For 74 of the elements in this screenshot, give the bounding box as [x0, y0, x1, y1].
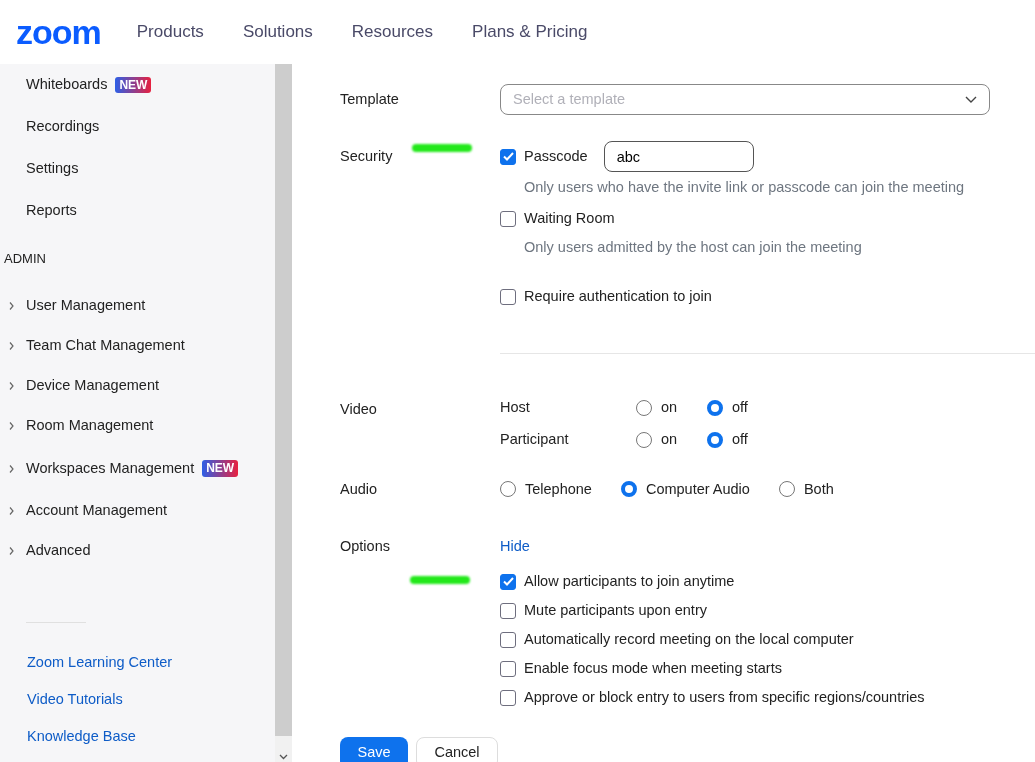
help-link[interactable]: Knowledge Base: [0, 718, 275, 755]
scrollbar-thumb[interactable]: [275, 64, 292, 736]
chevron-icon[interactable]: [8, 546, 16, 556]
sidebar-item[interactable]: User Management: [26, 295, 146, 317]
help-link[interactable]: Zoom Learning Center: [0, 644, 275, 681]
checkbox-label[interactable]: Approve or block entry to users from specific regions/countries: [524, 686, 925, 709]
hint-text: Only users admitted by the host can join the meeting: [523, 237, 863, 257]
save-button[interactable]: Save: [340, 737, 408, 762]
radio-label[interactable]: on: [661, 396, 678, 419]
cancel-button[interactable]: Cancel: [416, 737, 498, 762]
new-badge: NEW: [115, 76, 152, 94]
placeholder-text: Select a template: [513, 89, 626, 109]
sub-label: Participant: [500, 429, 570, 449]
radio-button[interactable]: [707, 399, 723, 416]
sidebar-item[interactable]: Recordings: [0, 106, 275, 148]
sidebar-item[interactable]: Team Chat Management: [26, 335, 185, 357]
section-heading: ADMIN: [3, 250, 47, 269]
checkbox-label[interactable]: Passcode: [524, 145, 588, 168]
checkbox[interactable]: [500, 660, 516, 677]
chevron-down-icon: [965, 96, 977, 103]
sidebar-item[interactable]: Workspaces Management: [26, 457, 195, 480]
checkbox[interactable]: [500, 210, 516, 227]
radio-label[interactable]: on: [661, 428, 678, 451]
highlight-mark: [412, 144, 473, 152]
checkbox-label[interactable]: Allow participants to join anytime: [524, 570, 735, 593]
field-label: Template: [340, 89, 400, 109]
nav-link[interactable]: Plans & Pricing: [472, 19, 588, 45]
sidebar-item[interactable]: Reports: [0, 190, 275, 232]
help-link[interactable]: Video Tutorials: [0, 681, 275, 718]
logo[interactable]: zoom: [16, 15, 101, 49]
sub-label: Host: [500, 397, 531, 417]
radio-label[interactable]: Both: [803, 478, 834, 501]
radio-label[interactable]: off: [732, 428, 748, 451]
checkbox[interactable]: [500, 573, 516, 590]
radio-label[interactable]: Telephone: [525, 478, 592, 501]
hide-link[interactable]: Hide: [500, 536, 925, 558]
checkbox[interactable]: [500, 689, 516, 706]
field-label: Options: [340, 537, 391, 557]
chevron-icon[interactable]: [8, 463, 16, 474]
passcode-field[interactable]: abc: [603, 141, 754, 172]
radio-label[interactable]: off: [732, 396, 748, 419]
radio-label[interactable]: Computer Audio: [645, 478, 750, 501]
new-badge: NEW: [202, 460, 239, 477]
sidebar-item-label[interactable]: Whiteboards: [26, 74, 108, 96]
sidebar-item[interactable]: Device Management: [26, 375, 159, 397]
radio-button[interactable]: [707, 431, 723, 448]
field-label: Audio: [340, 479, 379, 499]
sidebar-item[interactable]: Account Management: [26, 500, 168, 522]
sidebar-item[interactable]: Advanced: [26, 540, 91, 562]
checkbox-label[interactable]: Mute participants upon entry: [524, 599, 707, 622]
highlight-mark: [410, 576, 470, 584]
hint-text: Only users who have the invite link or passcode can join the meeting: [523, 178, 965, 197]
chevron-icon[interactable]: [8, 381, 16, 391]
chevron-icon[interactable]: [8, 421, 16, 431]
checkbox[interactable]: [500, 602, 516, 619]
chevron-icon[interactable]: [8, 341, 16, 351]
chevron-icon[interactable]: [8, 506, 16, 516]
radio-button[interactable]: [620, 481, 637, 498]
scroll-down-icon[interactable]: [279, 754, 288, 760]
chevron-icon[interactable]: [8, 301, 16, 311]
sidebar-item[interactable]: Settings: [0, 148, 275, 190]
checkbox[interactable]: [500, 631, 516, 648]
nav-link[interactable]: Resources: [351, 19, 434, 45]
nav-link[interactable]: Products: [136, 19, 204, 45]
nav-link[interactable]: Solutions: [242, 19, 313, 45]
checkbox-label[interactable]: Waiting Room: [524, 207, 615, 230]
checkbox-label[interactable]: Enable focus mode when meeting starts: [524, 657, 782, 680]
sidebar-item[interactable]: Room Management: [26, 415, 154, 437]
checkbox-label[interactable]: Require authentication to join: [524, 285, 712, 308]
checkbox[interactable]: [500, 148, 516, 165]
checkbox[interactable]: [500, 288, 516, 305]
field-label: Video: [340, 399, 378, 419]
field-label: Security: [340, 147, 393, 166]
checkbox-label[interactable]: Automatically record meeting on the local computer: [524, 628, 854, 651]
